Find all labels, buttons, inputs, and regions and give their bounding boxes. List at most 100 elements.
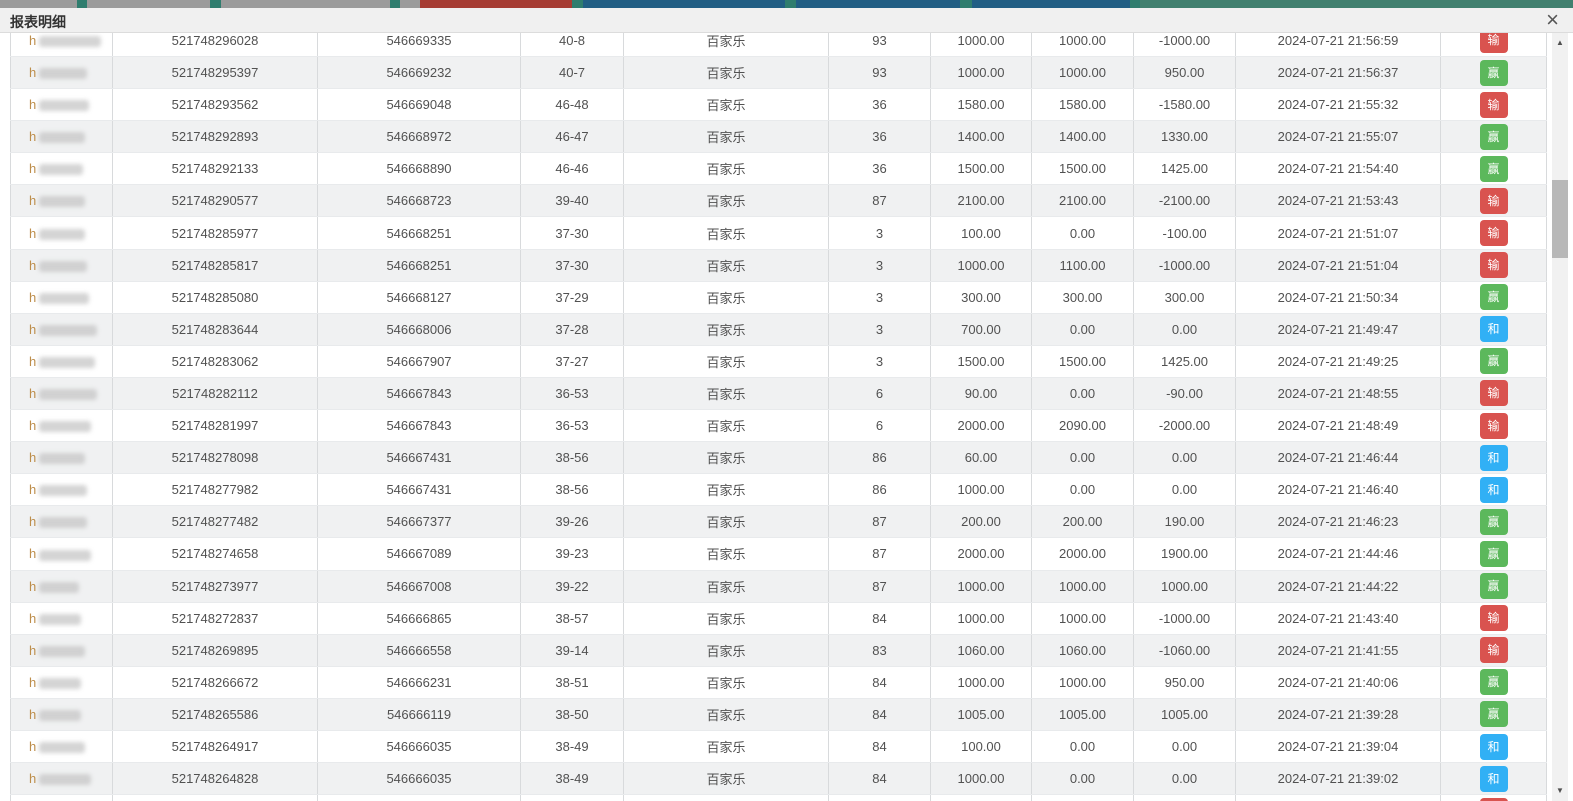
table-row: h52174828199754666784336-53百家乐62000.0020… [11, 410, 1547, 442]
status-badge[interactable]: 赢 [1480, 156, 1508, 182]
username-prefix: h [29, 322, 36, 337]
tab-strip-segment [390, 0, 400, 8]
status-badge[interactable]: 输 [1480, 252, 1508, 278]
username-blurred-mask [39, 421, 91, 432]
username-prefix: h [29, 129, 36, 144]
bet-amount-cell: 2000.00 [931, 538, 1032, 570]
time-cell: 2024-07-21 21:51:07 [1236, 217, 1441, 249]
status-cell: 赢 [1441, 698, 1547, 730]
table-number-cell: 83 [829, 634, 931, 666]
serial-id-cell: 546668006 [318, 313, 521, 345]
status-badge[interactable]: 和 [1480, 766, 1508, 792]
round-cell [521, 795, 624, 801]
time-cell: 2024-07-21 21:44:46 [1236, 538, 1441, 570]
order-id-cell: 521748292133 [113, 153, 318, 185]
status-badge[interactable]: 赢 [1480, 541, 1508, 567]
table-number-cell: 87 [829, 506, 931, 538]
table-number-cell: 87 [829, 185, 931, 217]
username-blurred-mask [39, 164, 83, 175]
round-cell: 39-14 [521, 634, 624, 666]
game-type-cell: 百家乐 [624, 345, 829, 377]
status-badge[interactable]: 输 [1480, 413, 1508, 439]
table-row: h52174827798254666743138-56百家乐861000.000… [11, 474, 1547, 506]
close-icon[interactable]: × [1546, 7, 1559, 32]
status-badge[interactable]: 赢 [1480, 669, 1508, 695]
status-badge[interactable]: 和 [1480, 445, 1508, 471]
serial-id-cell: 546668251 [318, 249, 521, 281]
round-cell: 37-29 [521, 281, 624, 313]
status-cell: 输 [1441, 185, 1547, 217]
status-badge[interactable]: 输 [1480, 33, 1508, 53]
status-badge[interactable]: 输 [1480, 637, 1508, 663]
username-blurred-mask [39, 36, 101, 47]
status-badge[interactable]: 和 [1480, 734, 1508, 760]
serial-id-cell: 546669335 [318, 33, 521, 57]
status-badge[interactable]: 赢 [1480, 348, 1508, 374]
serial-id-cell: 546666119 [318, 698, 521, 730]
status-cell: 输 [1441, 410, 1547, 442]
valid-amount-cell: 0.00 [1032, 763, 1134, 795]
table-row: h52174826989554666655839-14百家乐831060.001… [11, 634, 1547, 666]
time-cell: 2024-07-21 21:46:23 [1236, 506, 1441, 538]
status-badge[interactable]: 赢 [1480, 573, 1508, 599]
round-cell: 38-51 [521, 666, 624, 698]
serial-id-cell: 546666035 [318, 730, 521, 762]
time-cell [1236, 795, 1441, 801]
tab-strip-segment [87, 0, 210, 8]
status-badge[interactable]: 输 [1480, 92, 1508, 118]
game-type-cell: 百家乐 [624, 602, 829, 634]
username-prefix: h [29, 546, 36, 561]
status-badge[interactable]: 赢 [1480, 284, 1508, 310]
game-type-cell: 百家乐 [624, 666, 829, 698]
status-badge[interactable]: 输 [1480, 188, 1508, 214]
bet-amount-cell: 1580.00 [931, 89, 1032, 121]
time-cell: 2024-07-21 21:39:04 [1236, 730, 1441, 762]
serial-id-cell: 546667431 [318, 442, 521, 474]
profit-cell: -1000.00 [1134, 33, 1236, 57]
status-badge[interactable]: 赢 [1480, 124, 1508, 150]
profit-cell: -1060.00 [1134, 634, 1236, 666]
status-badge[interactable]: 输 [1480, 605, 1508, 631]
table-number-cell: 3 [829, 249, 931, 281]
scroll-up-icon: ▲ [1556, 38, 1564, 47]
scrollbar-thumb[interactable] [1552, 180, 1568, 258]
status-cell: 输 [1441, 377, 1547, 409]
time-cell: 2024-07-21 21:49:25 [1236, 345, 1441, 377]
table-row: h52174829289354666897246-47百家乐361400.001… [11, 121, 1547, 153]
profit-cell: -1000.00 [1134, 602, 1236, 634]
table-row: h52174827397754666700839-22百家乐871000.001… [11, 570, 1547, 602]
username-cell: h [11, 698, 113, 730]
status-cell: 赢 [1441, 538, 1547, 570]
order-id-cell: 521748277482 [113, 506, 318, 538]
vertical-scrollbar[interactable]: ▲ ▼ [1552, 33, 1568, 801]
profit-cell: -90.00 [1134, 377, 1236, 409]
status-cell: 输 [1441, 795, 1547, 801]
status-badge[interactable]: 赢 [1480, 509, 1508, 535]
serial-id-cell: 546668890 [318, 153, 521, 185]
username-cell: h [11, 506, 113, 538]
username-blurred-mask [39, 293, 89, 304]
status-badge[interactable]: 输 [1480, 220, 1508, 246]
scroll-up-button[interactable]: ▲ [1552, 35, 1568, 51]
game-type-cell: 百家乐 [624, 121, 829, 153]
username-blurred-mask [39, 325, 97, 336]
profit-cell: 1000.00 [1134, 570, 1236, 602]
report-table: h52174829602854666933540-8百家乐931000.0010… [10, 33, 1547, 801]
profit-cell: -2000.00 [1134, 410, 1236, 442]
scroll-down-button[interactable]: ▼ [1552, 783, 1568, 799]
valid-amount-cell: 0.00 [1032, 730, 1134, 762]
status-badge[interactable]: 和 [1480, 477, 1508, 503]
username-blurred-mask [39, 453, 85, 464]
status-badge[interactable]: 赢 [1480, 60, 1508, 86]
username-blurred-mask [39, 485, 87, 496]
status-badge[interactable]: 赢 [1480, 701, 1508, 727]
time-cell: 2024-07-21 21:46:44 [1236, 442, 1441, 474]
status-badge[interactable]: 和 [1480, 316, 1508, 342]
table-number-cell: 87 [829, 570, 931, 602]
order-id-cell: 521748273977 [113, 570, 318, 602]
round-cell: 38-57 [521, 602, 624, 634]
status-badge[interactable]: 输 [1480, 380, 1508, 406]
modal-title: 报表明细 [10, 12, 66, 32]
username-cell: h [11, 442, 113, 474]
valid-amount-cell: 1000.00 [1032, 602, 1134, 634]
